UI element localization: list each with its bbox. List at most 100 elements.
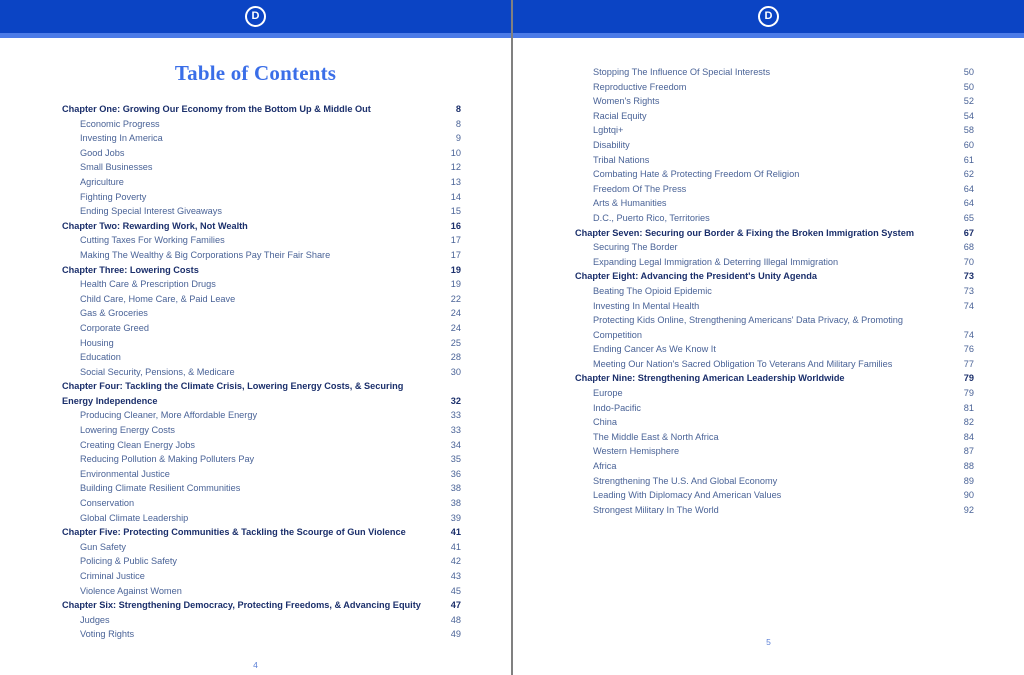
toc-entry-label: Europe — [593, 388, 623, 399]
toc-entry-row[interactable]: Disability 60 — [513, 138, 1024, 153]
toc-chapter-row[interactable]: Chapter Two: Rewarding Work, Not Wealth 1… — [0, 219, 511, 234]
toc-entry-row[interactable]: Strongest Military In The World 92 — [513, 503, 1024, 518]
toc-entry-label: Policing & Public Safety — [80, 556, 178, 567]
toc-entry-row[interactable]: D.C., Puerto Rico, Territories 65 — [513, 211, 1024, 226]
democratic-party-d-logo-icon: D — [245, 6, 266, 27]
toc-entry-page-number: 28 — [450, 352, 461, 363]
toc-entry-label: Gas & Groceries — [80, 308, 148, 319]
toc-entry-row[interactable]: Conservation 38 — [0, 496, 511, 511]
page-header-left: D — [0, 0, 511, 33]
toc-chapter-row[interactable]: Chapter Eight: Advancing the President's… — [513, 269, 1024, 284]
toc-entry-row[interactable]: Lgbtqi+ 58 — [513, 123, 1024, 138]
toc-entry-row[interactable]: Combating Hate & Protecting Freedom Of R… — [513, 167, 1024, 182]
toc-entry-row[interactable]: Gas & Groceries 24 — [0, 306, 511, 321]
toc-entry-row[interactable]: Securing The Border 68 — [513, 240, 1024, 255]
toc-entry-row[interactable]: Criminal Justice 43 — [0, 569, 511, 584]
toc-entry-label: Beating The Opioid Epidemic — [593, 285, 712, 296]
toc-entry-row[interactable]: Stopping The Influence Of Special Intere… — [513, 65, 1024, 80]
toc-entry-page-number: 88 — [963, 461, 974, 472]
toc-entry-label: Social Security, Pensions, & Medicare — [80, 366, 235, 377]
toc-entry-row[interactable]: Creating Clean Energy Jobs 34 — [0, 438, 511, 453]
toc-entry-page-number: 50 — [963, 81, 974, 92]
toc-entry-row[interactable]: Environmental Justice 36 — [0, 467, 511, 482]
toc-entry-label: Housing — [80, 337, 114, 348]
toc-chapter-row[interactable]: Chapter Four: Tackling the Climate Crisi… — [0, 379, 511, 408]
toc-chapter-row[interactable]: Chapter One: Growing Our Economy from th… — [0, 102, 511, 117]
toc-entry-row[interactable]: Education 28 — [0, 350, 511, 365]
toc-entry-label: Chapter Two: Rewarding Work, Not Wealth — [62, 220, 248, 231]
toc-entry-label: Ending Cancer As We Know It — [593, 344, 716, 355]
toc-entry-row[interactable]: China 82 — [513, 415, 1024, 430]
toc-entry-row[interactable]: Strengthening The U.S. And Global Econom… — [513, 474, 1024, 489]
toc-entry-row[interactable]: Policing & Public Safety 42 — [0, 554, 511, 569]
logo-letter: D — [251, 10, 260, 22]
toc-entry-row[interactable]: Africa 88 — [513, 459, 1024, 474]
toc-entry-page-number: 16 — [450, 220, 461, 231]
toc-entry-row[interactable]: Making The Wealthy & Big Corporations Pa… — [0, 248, 511, 263]
toc-entry-row[interactable]: Expanding Legal Immigration & Deterring … — [513, 255, 1024, 270]
toc-entry-label: Africa — [593, 461, 617, 472]
toc-entry-row[interactable]: Child Care, Home Care, & Paid Leave 22 — [0, 292, 511, 307]
toc-entry-row[interactable]: Corporate Greed 24 — [0, 321, 511, 336]
toc-entry-row[interactable]: Meeting Our Nation's Sacred Obligation T… — [513, 357, 1024, 372]
toc-entry-row[interactable]: Tribal Nations 61 — [513, 153, 1024, 168]
two-page-spread: D Table of Contents Chapter One: Growing… — [0, 0, 1024, 675]
toc-entry-row[interactable]: Fighting Poverty 14 — [0, 190, 511, 205]
toc-entry-row[interactable]: Economic Progress 8 — [0, 117, 511, 132]
toc-entry-row[interactable]: Ending Special Interest Giveaways 15 — [0, 204, 511, 219]
toc-chapter-row[interactable]: Chapter Five: Protecting Communities & T… — [0, 525, 511, 540]
toc-entry-page-number: 12 — [450, 162, 461, 173]
toc-entry-page-number: 60 — [963, 139, 974, 150]
toc-entry-row[interactable]: Producing Cleaner, More Affordable Energ… — [0, 408, 511, 423]
toc-entry-row[interactable]: Women's Rights 52 — [513, 94, 1024, 109]
toc-entry-row[interactable]: Beating The Opioid Epidemic 73 — [513, 284, 1024, 299]
toc-entry-row[interactable]: Small Businesses 12 — [0, 160, 511, 175]
toc-entry-page-number: 17 — [450, 249, 461, 260]
toc-entry-row[interactable]: Building Climate Resilient Communities 38 — [0, 481, 511, 496]
toc-chapter-row[interactable]: Chapter Three: Lowering Costs 19 — [0, 263, 511, 278]
toc-entry-row[interactable]: Freedom Of The Press 64 — [513, 182, 1024, 197]
page-left: D Table of Contents Chapter One: Growing… — [0, 0, 511, 675]
toc-entry-row[interactable]: Ending Cancer As We Know It 76 — [513, 342, 1024, 357]
toc-list-left: Chapter One: Growing Our Economy from th… — [0, 102, 511, 642]
toc-entry-row[interactable]: Agriculture 13 — [0, 175, 511, 190]
toc-entry-label: Leading With Diplomacy And American Valu… — [593, 490, 782, 501]
toc-entry-row[interactable]: Leading With Diplomacy And American Valu… — [513, 488, 1024, 503]
toc-entry-row[interactable]: Investing In Mental Health 74 — [513, 299, 1024, 314]
toc-chapter-row[interactable]: Chapter Six: Strengthening Democracy, Pr… — [0, 598, 511, 613]
page-header-right: D — [513, 0, 1024, 33]
toc-entry-row[interactable]: Racial Equity 54 — [513, 109, 1024, 124]
toc-entry-row[interactable]: Investing In America 9 — [0, 131, 511, 146]
toc-entry-page-number: 73 — [963, 271, 974, 282]
toc-entry-row[interactable]: Reproductive Freedom 50 — [513, 80, 1024, 95]
toc-entry-page-number: 79 — [963, 388, 974, 399]
toc-entry-row[interactable]: Violence Against Women 45 — [0, 584, 511, 599]
toc-entry-row[interactable]: Housing 25 — [0, 336, 511, 351]
toc-entry-label: Violence Against Women — [80, 585, 182, 596]
toc-entry-row[interactable]: Cutting Taxes For Working Families 17 — [0, 233, 511, 248]
toc-entry-row[interactable]: Indo-Pacific 81 — [513, 401, 1024, 416]
toc-entry-label: Good Jobs — [80, 147, 125, 158]
toc-entry-row[interactable]: Global Climate Leadership 39 — [0, 511, 511, 526]
toc-chapter-row[interactable]: Chapter Seven: Securing our Border & Fix… — [513, 226, 1024, 241]
toc-entry-row[interactable]: Judges 48 — [0, 613, 511, 628]
toc-entry-page-number: 22 — [450, 293, 461, 304]
toc-entry-page-number: 89 — [963, 475, 974, 486]
toc-entry-page-number: 82 — [963, 417, 974, 428]
toc-entry-row[interactable]: Arts & Humanities 64 — [513, 196, 1024, 211]
toc-entry-row[interactable]: Health Care & Prescription Drugs 19 — [0, 277, 511, 292]
toc-entry-row[interactable]: Good Jobs 10 — [0, 146, 511, 161]
toc-entry-row[interactable]: Reducing Pollution & Making Polluters Pa… — [0, 452, 511, 467]
toc-chapter-row[interactable]: Chapter Nine: Strengthening American Lea… — [513, 371, 1024, 386]
toc-entry-row[interactable]: Western Hemisphere 87 — [513, 444, 1024, 459]
toc-entry-row[interactable]: Gun Safety 41 — [0, 540, 511, 555]
toc-entry-row[interactable]: Protecting Kids Online, Strengthening Am… — [513, 313, 1024, 342]
toc-entry-label: Investing In Mental Health — [593, 300, 700, 311]
toc-entry-row[interactable]: The Middle East & North Africa 84 — [513, 430, 1024, 445]
toc-entry-page-number: 24 — [450, 308, 461, 319]
toc-entry-row[interactable]: Voting Rights 49 — [0, 627, 511, 642]
toc-entry-label: The Middle East & North Africa — [593, 431, 719, 442]
toc-entry-row[interactable]: Europe 79 — [513, 386, 1024, 401]
toc-entry-row[interactable]: Social Security, Pensions, & Medicare 30 — [0, 365, 511, 380]
toc-entry-row[interactable]: Lowering Energy Costs 33 — [0, 423, 511, 438]
